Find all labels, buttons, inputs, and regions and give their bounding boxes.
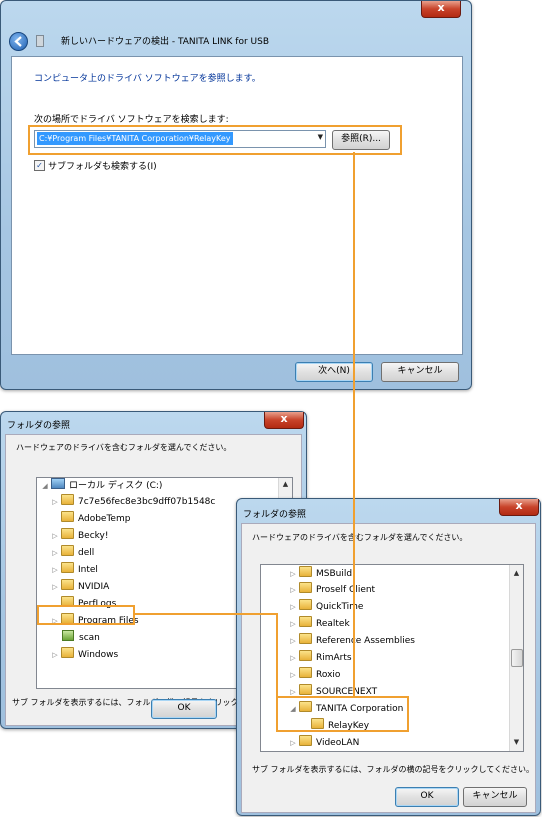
folder-icon <box>61 494 74 505</box>
browse2-hint: サブ フォルダを表示するには、フォルダの横の記号をクリックしてください。 <box>252 765 535 774</box>
folder-icon <box>299 667 312 678</box>
browse1-ok-button[interactable]: OK <box>151 699 217 719</box>
search-location-label: 次の場所でドライバ ソフトウェアを検索します: <box>34 115 229 125</box>
browse1-title: フォルダの参照 <box>7 421 71 431</box>
tree-item-local-disk[interactable]: ◢ ローカル ディスク (C:) <box>41 478 162 494</box>
folder-icon <box>299 735 312 746</box>
folder-icon <box>61 528 74 539</box>
tree-item[interactable]: ▷ MSBuild <box>289 566 352 582</box>
tree-item-label: ローカル ディスク (C:) <box>69 481 163 491</box>
tree-item-label: RimArts <box>316 653 352 663</box>
include-subfolders-label[interactable]: サブフォルダも検索する(I) <box>48 159 157 172</box>
next-button[interactable]: 次へ(N) <box>295 362 373 382</box>
browse-dialog-2: x フォルダの参照 ハードウェアのドライバを含むフォルダを選んでください。 ▷ M… <box>236 498 541 816</box>
folder-icon <box>299 633 312 644</box>
tree-item-label: Windows <box>78 650 119 660</box>
tree-item[interactable]: ▷ Reference Assemblies <box>289 633 415 649</box>
folder-icon <box>61 562 74 573</box>
tree-item-label: Reference Assemblies <box>316 636 415 646</box>
tree-item[interactable]: ▷ Roxio <box>289 667 340 683</box>
program-files-highlight <box>37 605 135 625</box>
scroll-thumb[interactable] <box>511 649 523 667</box>
browse2-ok-button[interactable]: OK <box>395 787 459 807</box>
wizard-title: 新しいハードウェアの検出 - TANITA LINK for USB <box>61 37 270 47</box>
browse2-instruction: ハードウェアのドライバを含むフォルダを選んでください。 <box>252 533 468 542</box>
wizard-close-button[interactable]: x <box>421 1 461 18</box>
scan-icon <box>62 630 74 641</box>
connector-line-horizontal <box>133 613 278 615</box>
browse1-close-button[interactable]: x <box>264 412 304 429</box>
tree-item[interactable]: ▷ Realtek <box>289 616 350 632</box>
tree-item[interactable]: scan <box>51 630 100 646</box>
tree-item-label: dell <box>78 548 95 558</box>
tree-item-label: NVIDIA <box>78 582 110 592</box>
folder-icon <box>299 566 312 577</box>
tree-item-label: 7c7e56fec8e3bc9dff07b1548c <box>78 497 216 507</box>
browse2-content: ハードウェアのドライバを含むフォルダを選んでください。 ▷ MSBuild ▷ Pr… <box>241 523 536 813</box>
tree-item-label: Intel <box>78 565 98 575</box>
back-arrow-icon[interactable] <box>9 32 28 51</box>
scroll-up-icon[interactable]: ▲ <box>510 567 523 580</box>
connector-line-vertical <box>353 152 355 696</box>
folder-icon <box>61 579 74 590</box>
tree-item-label: VideoLAN <box>316 738 360 748</box>
scroll-down-icon[interactable]: ▼ <box>510 736 523 749</box>
tree-item[interactable]: ▷ RimArts <box>289 650 352 666</box>
wizard-content: コンピュータ上のドライバ ソフトウェアを参照します。 次の場所でドライバ ソフト… <box>11 56 463 355</box>
tree-item[interactable]: ▷ 7c7e56fec8e3bc9dff07b1548c <box>51 494 215 510</box>
tree-item[interactable]: ▷ dell <box>51 545 94 561</box>
tree-item-label: Becky! <box>78 531 109 541</box>
browse2-cancel-button[interactable]: キャンセル <box>463 787 527 807</box>
tree-item-label: Realtek <box>316 619 350 629</box>
tree-item-label: AdobeTemp <box>78 514 131 524</box>
tree-item-label: Roxio <box>316 670 341 680</box>
browse2-title: フォルダの参照 <box>243 510 307 520</box>
folder-icon <box>299 582 312 593</box>
folder-icon <box>299 599 312 610</box>
tree-item-label: QuickTime <box>316 602 364 612</box>
tree-item-label: Proself Client <box>316 585 376 595</box>
connector-line-drop <box>276 613 278 697</box>
tree-item[interactable]: ▷ NVIDIA <box>51 579 109 595</box>
wizard-heading: コンピュータ上のドライバ ソフトウェアを参照します。 <box>34 74 261 84</box>
folder-icon <box>299 616 312 627</box>
folder-icon <box>299 684 312 695</box>
folder-icon <box>299 650 312 661</box>
folder-icon <box>61 545 74 556</box>
tree-item[interactable]: ▷ Becky! <box>51 528 109 544</box>
scroll-up-icon[interactable]: ▲ <box>279 478 292 491</box>
wizard-window: x 新しいハードウェアの検出 - TANITA LINK for USB コンピ… <box>0 0 472 390</box>
browse1-instruction: ハードウェアのドライバを含むフォルダを選んでください。 <box>16 443 232 452</box>
tree-item[interactable]: ▷ VideoLAN <box>289 735 359 751</box>
tree-item-label: scan <box>79 633 100 643</box>
device-icon <box>36 35 44 47</box>
drive-icon <box>51 478 65 489</box>
include-subfolders-checkbox[interactable]: ✓ <box>34 160 45 171</box>
tree-item[interactable]: AdobeTemp <box>51 511 130 527</box>
tree-item[interactable]: ▷ Proself Client <box>289 582 375 598</box>
browse2-close-button[interactable]: x <box>499 499 539 516</box>
tree-item-label: MSBuild <box>316 569 353 579</box>
browse2-scrollbar[interactable]: ▲ ▼ <box>509 565 523 751</box>
folder-icon <box>61 647 74 658</box>
path-highlight <box>28 125 402 155</box>
tree-item[interactable]: ▷ Intel <box>51 562 98 578</box>
wizard-cancel-button[interactable]: キャンセル <box>381 362 459 382</box>
folder-icon <box>61 511 74 522</box>
tanita-relaykey-highlight <box>276 696 409 732</box>
tree-item[interactable]: ▷ Windows <box>51 647 118 663</box>
